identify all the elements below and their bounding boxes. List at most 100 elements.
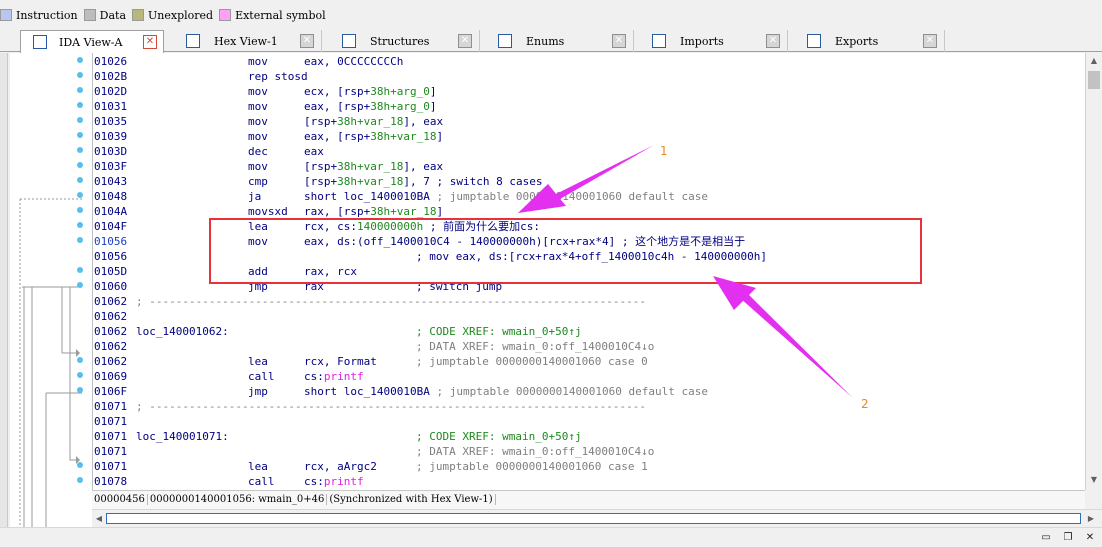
scroll-right-icon[interactable]: ▶ xyxy=(1086,514,1096,524)
listing-row[interactable]: 0103F mov [rsp+38h+var_18], eax xyxy=(93,159,1083,174)
line-marker-dot[interactable] xyxy=(77,267,83,273)
operand-text: ], eax xyxy=(403,160,444,173)
line-marker-dot[interactable] xyxy=(77,372,83,378)
code-xref: ; CODE XREF: wmain_0+50↑j xyxy=(416,430,582,443)
line-marker-dot[interactable] xyxy=(77,357,83,363)
vertical-scrollbar[interactable]: ▲ ▼ xyxy=(1085,53,1102,490)
listing-row[interactable]: 01071 xyxy=(93,414,1083,429)
listing-row[interactable]: 01062 xyxy=(93,309,1083,324)
listing-row[interactable]: 0104A movsxd rax, [rsp+38h+var_18] xyxy=(93,204,1083,219)
operand-var: 38h+var_18 xyxy=(337,160,404,173)
listing-row[interactable]: 01060 jmp rax ; switch jump xyxy=(93,279,1083,294)
close-tab-icon[interactable]: ✕ xyxy=(300,34,314,48)
line-marker-dot[interactable] xyxy=(77,177,83,183)
line-marker-dot[interactable] xyxy=(77,72,83,78)
listing-row[interactable]: 01035 mov [rsp+38h+var_18], eax xyxy=(93,114,1083,129)
mnemonic: rep stosd xyxy=(248,70,308,83)
listing-row[interactable]: 01071 ; ---------------------------------… xyxy=(93,399,1083,414)
close-tab-icon[interactable]: ✕ xyxy=(458,34,472,48)
line-marker-dot[interactable] xyxy=(77,222,83,228)
listing-row[interactable]: 01043 cmp [rsp+38h+var_18], 7 ; switch 8 c… xyxy=(93,174,1083,189)
listing-row[interactable]: 01056 mov eax, ds:(off_1400010C4 - 1400000… xyxy=(93,234,1083,249)
listing-row[interactable]: 01071 lea rcx, aArgc2 ; jumptable 000000014… xyxy=(93,459,1083,474)
line-marker-dot[interactable] xyxy=(77,237,83,243)
restore-icon[interactable]: ❐ xyxy=(1062,533,1074,543)
tab-exports[interactable]: Exports ✕ xyxy=(795,30,945,52)
tab-ida-view-a[interactable]: IDA View-A ✕ xyxy=(20,30,164,53)
disassembly-listing[interactable]: 01026 mov eax, 0CCCCCCCCh 0102B rep stosd 010… xyxy=(92,53,1085,490)
address: 01031 xyxy=(94,100,128,113)
close-tab-icon[interactable]: ✕ xyxy=(766,34,780,48)
mnemonic: mov xyxy=(248,55,268,68)
address: 01035 xyxy=(94,115,128,128)
line-marker-dot[interactable] xyxy=(77,117,83,123)
close-icon[interactable]: ✕ xyxy=(1084,533,1096,543)
line-marker-dot[interactable] xyxy=(77,282,83,288)
close-tab-icon[interactable]: ✕ xyxy=(612,34,626,48)
line-marker-dot[interactable] xyxy=(77,387,83,393)
listing-row[interactable]: 0104F lea rcx, cs:140000000h ; 前面为什么要加cs: xyxy=(93,219,1083,234)
operand-text: eax, [rsp+ xyxy=(304,130,371,143)
scroll-down-icon[interactable]: ▼ xyxy=(1089,475,1099,485)
mnemonic: dec xyxy=(248,145,268,158)
line-marker-dot[interactable] xyxy=(77,207,83,213)
line-marker-dot[interactable] xyxy=(77,192,83,198)
listing-row[interactable]: 0103D dec eax xyxy=(93,144,1083,159)
line-marker-dot[interactable] xyxy=(77,162,83,168)
tab-structures[interactable]: Structures ✕ xyxy=(330,30,480,52)
tab-hex-view-1[interactable]: Hex View-1 ✕ xyxy=(174,30,322,52)
legend-item: Data xyxy=(83,8,126,22)
listing-row[interactable]: 01048 ja short loc_1400010BA ; jumptable 0… xyxy=(93,189,1083,204)
listing-row[interactable]: 01039 mov eax, [rsp+38h+var_18] xyxy=(93,129,1083,144)
tab-imports[interactable]: Imports ✕ xyxy=(640,30,788,52)
line-marker-dot[interactable] xyxy=(77,147,83,153)
address: 0103F xyxy=(94,160,128,173)
tab-label: Exports xyxy=(835,34,879,48)
line-marker-dot[interactable] xyxy=(77,462,83,468)
line-marker-dot[interactable] xyxy=(77,132,83,138)
listing-row[interactable]: 01062 ; ---------------------------------… xyxy=(93,294,1083,309)
address: 01071 xyxy=(94,400,128,413)
scroll-thumb[interactable] xyxy=(1088,71,1100,89)
listing-row[interactable]: 01062 ; DATA XREF: wmain_0:off_1400010C4↓… xyxy=(93,339,1083,354)
listing-row[interactable]: 01069 call cs:printf xyxy=(93,369,1083,384)
listing-row[interactable]: 01078 call cs:printf xyxy=(93,474,1083,489)
listing-row[interactable]: 01062 loc_140001062: ; CODE XREF: wmain_0+… xyxy=(93,324,1083,339)
operand-text: [rsp+ xyxy=(304,115,338,128)
structures-icon xyxy=(342,34,356,48)
operand-var: 140000000h xyxy=(356,220,424,233)
listing-row[interactable]: 0102D mov ecx, [rsp+38h+arg_0] xyxy=(93,84,1083,99)
scroll-up-icon[interactable]: ▲ xyxy=(1089,56,1099,66)
operand-text: [rsp+ xyxy=(304,175,338,188)
listing-row[interactable]: 0105D add rax, rcx xyxy=(93,264,1083,279)
close-tab-icon[interactable]: ✕ xyxy=(923,34,937,48)
horizontal-scrollbar[interactable]: ◀ ▶ xyxy=(92,509,1102,527)
legend-item: Unexplored xyxy=(132,8,213,22)
listing-row[interactable]: 0106F jmp short loc_1400010BA ; jumptable … xyxy=(93,384,1083,399)
listing-row[interactable]: 01062 lea rcx, Format ; jumptable 000000014… xyxy=(93,354,1083,369)
listing-row[interactable]: 0102B rep stosd xyxy=(93,69,1083,84)
status-offset: 00000456 xyxy=(92,494,148,505)
legend-label: Instruction xyxy=(16,8,78,22)
minimize-icon[interactable]: ▭ xyxy=(1040,533,1052,543)
far-comment: ; jumptable 0000000140001060 case 1 xyxy=(416,459,648,474)
listing-row[interactable]: 01026 mov eax, 0CCCCCCCCh xyxy=(93,54,1083,69)
operand-text: rax, rcx xyxy=(304,265,357,278)
listing-row[interactable]: 01056 ; mov eax, ds:[rcx+rax*4+off_140001… xyxy=(93,249,1083,264)
scroll-left-icon[interactable]: ◀ xyxy=(94,514,104,524)
hscroll-thumb[interactable] xyxy=(106,513,1081,524)
listing-row[interactable]: 01071 loc_140001071: ; CODE XREF: wmain_0+… xyxy=(93,429,1083,444)
listing-row[interactable]: 01031 mov eax, [rsp+38h+arg_0] xyxy=(93,99,1083,114)
operands: rcx, aArgc2 xyxy=(304,459,377,474)
tab-enums[interactable]: Enums ✕ xyxy=(486,30,634,52)
left-scrollbar[interactable] xyxy=(0,53,8,547)
mnemonic: mov xyxy=(248,85,268,98)
address: 0104F xyxy=(94,220,128,233)
operand-text: ] xyxy=(436,205,444,218)
line-marker-dot[interactable] xyxy=(77,87,83,93)
close-tab-icon[interactable]: ✕ xyxy=(143,35,157,49)
line-marker-dot[interactable] xyxy=(77,102,83,108)
line-marker-dot[interactable] xyxy=(77,477,83,483)
line-marker-dot[interactable] xyxy=(77,57,83,63)
listing-row[interactable]: 01071 ; DATA XREF: wmain_0:off_1400010C4↓… xyxy=(93,444,1083,459)
